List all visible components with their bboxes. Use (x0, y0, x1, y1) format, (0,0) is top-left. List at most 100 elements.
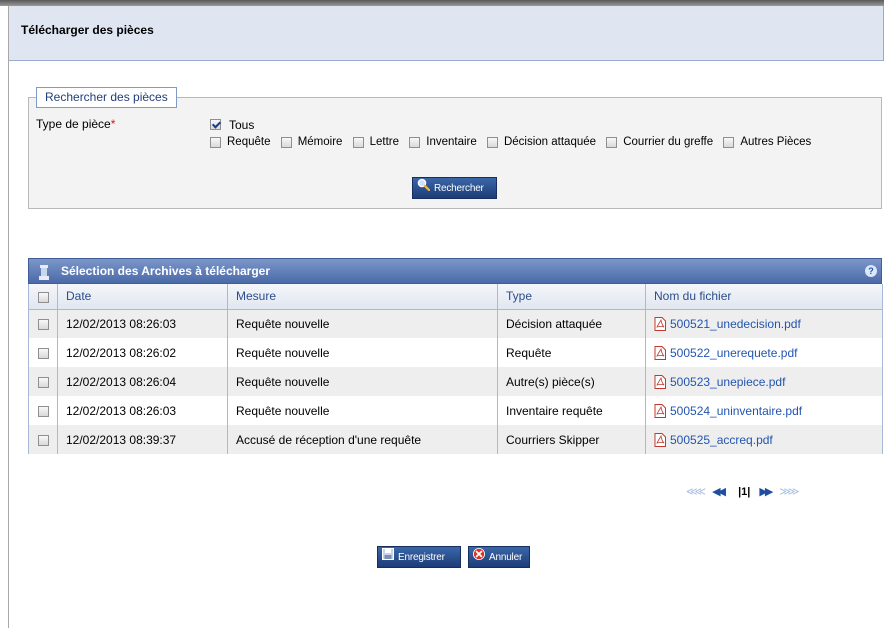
date-cell: 12/02/2013 08:39:37 (57, 425, 228, 454)
row-select-cell (28, 396, 58, 425)
type-options: Requête Mémoire Lettre Inventaire Décisi… (210, 136, 818, 148)
column-header-filename[interactable]: Nom du fichier (645, 284, 883, 310)
filename-cell: 500521_unedecision.pdf (645, 309, 883, 338)
row-select-cell (28, 367, 58, 396)
mesure-cell: Requête nouvelle (227, 396, 498, 425)
type-checkbox[interactable] (723, 136, 735, 148)
filename-cell: 500525_accreq.pdf (645, 425, 883, 454)
help-icon[interactable]: ? (865, 265, 877, 277)
cancel-button[interactable]: Annuler (468, 546, 530, 568)
pager-last-button[interactable]: ≫≫ (779, 485, 799, 498)
file-link[interactable]: 500525_accreq.pdf (670, 433, 773, 447)
type-checkbox[interactable] (352, 136, 364, 148)
pager-current-page[interactable]: |1| (738, 486, 750, 498)
type-checkbox[interactable] (486, 136, 498, 148)
mesure-cell: Accusé de réception d'une requête (227, 425, 498, 454)
pager-first-button[interactable]: ≪≪ (686, 485, 706, 498)
pager-next-button[interactable]: ▶▶ (759, 485, 773, 498)
page-header: Télécharger des pièces (9, 6, 884, 61)
type-cell: Décision attaquée (497, 309, 646, 338)
search-button[interactable]: Rechercher (412, 177, 497, 199)
type-cell: Courriers Skipper (497, 425, 646, 454)
required-mark: * (110, 117, 116, 131)
archives-grid-header: Sélection des Archives à télécharger ? (28, 258, 882, 284)
type-cell: Requête (497, 338, 646, 367)
type-option-memoire[interactable]: Mémoire (280, 136, 343, 148)
table-header-row: Date Mesure Type Nom du fichier (28, 284, 883, 310)
row-checkbox[interactable] (38, 347, 49, 359)
pdf-icon (654, 403, 666, 418)
table-row: 12/02/2013 08:26:03 Requête nouvelle Déc… (28, 309, 883, 338)
file-link[interactable]: 500524_uninventaire.pdf (670, 404, 802, 418)
type-option-requete[interactable]: Requête (210, 136, 270, 148)
search-legend: Rechercher des pièces (36, 87, 177, 108)
type-option-label: Mémoire (297, 136, 343, 148)
date-cell: 12/02/2013 08:26:02 (57, 338, 228, 367)
file-link[interactable]: 500523_unepiece.pdf (670, 375, 785, 389)
column-header-mesure[interactable]: Mesure (227, 284, 498, 310)
type-option-courrier-du-greffe[interactable]: Courrier du greffe (606, 136, 713, 148)
file-link[interactable]: 500522_unerequete.pdf (670, 346, 797, 360)
mesure-cell: Requête nouvelle (227, 338, 498, 367)
type-option-decision-attaquee[interactable]: Décision attaquée (486, 136, 597, 148)
type-checkbox[interactable] (280, 136, 292, 148)
type-option-inventaire[interactable]: Inventaire (409, 136, 477, 148)
row-checkbox[interactable] (38, 405, 49, 417)
type-option-label: Décision attaquée (503, 136, 597, 148)
row-select-cell (28, 309, 58, 338)
filename-cell: 500524_uninventaire.pdf (645, 396, 883, 425)
row-select-cell (28, 425, 58, 454)
type-option-label: Autres Pièces (740, 136, 812, 148)
type-checkbox[interactable] (409, 136, 421, 148)
type-cell: Autre(s) pièce(s) (497, 367, 646, 396)
type-option-label: Inventaire (426, 136, 477, 148)
table-row: 12/02/2013 08:26:03 Requête nouvelle Inv… (28, 396, 883, 425)
page-title: Télécharger des pièces (21, 23, 154, 37)
pdf-icon (654, 374, 666, 389)
filename-cell: 500523_unepiece.pdf (645, 367, 883, 396)
select-all-checkbox[interactable] (38, 291, 49, 303)
pdf-icon (654, 317, 666, 332)
date-cell: 12/02/2013 08:26:03 (57, 309, 228, 338)
cancel-button-label: Annuler (489, 552, 523, 563)
date-cell: 12/02/2013 08:26:04 (57, 367, 228, 396)
date-cell: 12/02/2013 08:26:03 (57, 396, 228, 425)
pdf-icon (654, 432, 666, 447)
pager: ≪≪ ◀◀ |1| ▶▶ ≫≫ (686, 485, 802, 499)
type-option-label: Requête (227, 136, 271, 148)
file-link[interactable]: 500521_unedecision.pdf (670, 317, 801, 331)
type-option-label: Courrier du greffe (623, 136, 714, 148)
table-row: 12/02/2013 08:26:02 Requête nouvelle Req… (28, 338, 883, 367)
row-checkbox[interactable] (38, 319, 49, 331)
column-header-date[interactable]: Date (57, 284, 228, 310)
type-option-label: Lettre (369, 136, 400, 148)
archives-table: Date Mesure Type Nom du fichier 12/02/20… (28, 284, 883, 454)
type-label-text: Type de pièce (36, 117, 111, 131)
pager-prev-button[interactable]: ◀◀ (712, 485, 726, 498)
window-left-border (8, 6, 9, 628)
search-button-label: Rechercher (434, 183, 484, 194)
table-row: 12/02/2013 08:26:04 Requête nouvelle Aut… (28, 367, 883, 396)
type-cell: Inventaire requête (497, 396, 646, 425)
archives-grid-title: Sélection des Archives à télécharger (61, 264, 270, 278)
filename-cell: 500522_unerequete.pdf (645, 338, 883, 367)
row-checkbox[interactable] (38, 434, 49, 446)
all-types-label: Tous (229, 117, 255, 132)
all-types-checkbox[interactable] (210, 119, 221, 131)
select-all-cell (28, 284, 58, 310)
mesure-cell: Requête nouvelle (227, 309, 498, 338)
type-label: Type de pièce* (36, 117, 115, 131)
save-button[interactable]: Enregistrer (377, 546, 461, 568)
save-button-label: Enregistrer (398, 552, 445, 563)
type-option-autres-pieces[interactable]: Autres Pièces (723, 136, 811, 148)
mesure-cell: Requête nouvelle (227, 367, 498, 396)
all-types-option[interactable]: Tous (210, 117, 254, 132)
type-checkbox[interactable] (210, 136, 221, 148)
pdf-icon (654, 345, 666, 360)
floppy-disk-icon (382, 547, 394, 569)
row-checkbox[interactable] (38, 376, 49, 388)
row-select-cell (28, 338, 58, 367)
type-checkbox[interactable] (606, 136, 618, 148)
type-option-lettre[interactable]: Lettre (352, 136, 400, 148)
column-header-type[interactable]: Type (497, 284, 646, 310)
